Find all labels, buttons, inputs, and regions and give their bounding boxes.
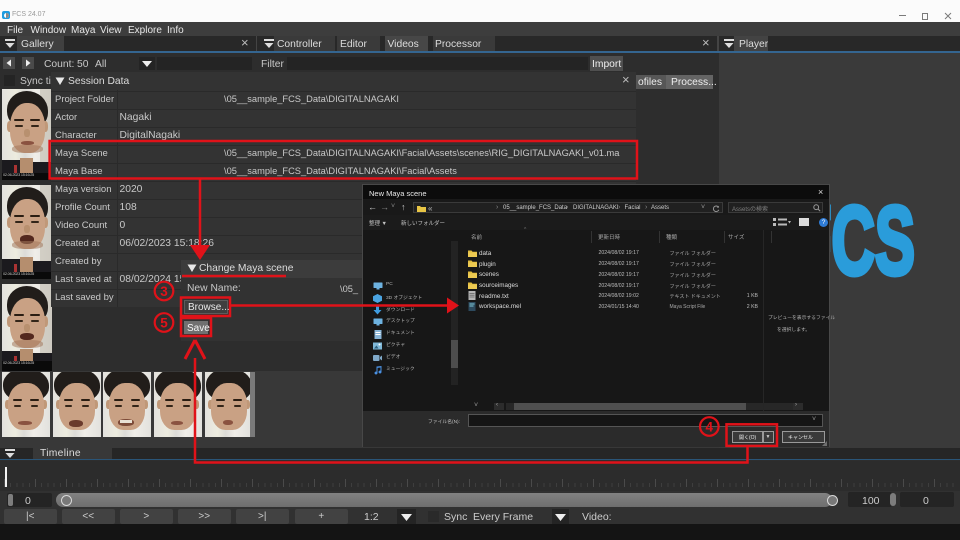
svg-text:5: 5 xyxy=(160,315,168,330)
svg-text:4: 4 xyxy=(706,419,714,434)
svg-text:3: 3 xyxy=(160,284,168,299)
